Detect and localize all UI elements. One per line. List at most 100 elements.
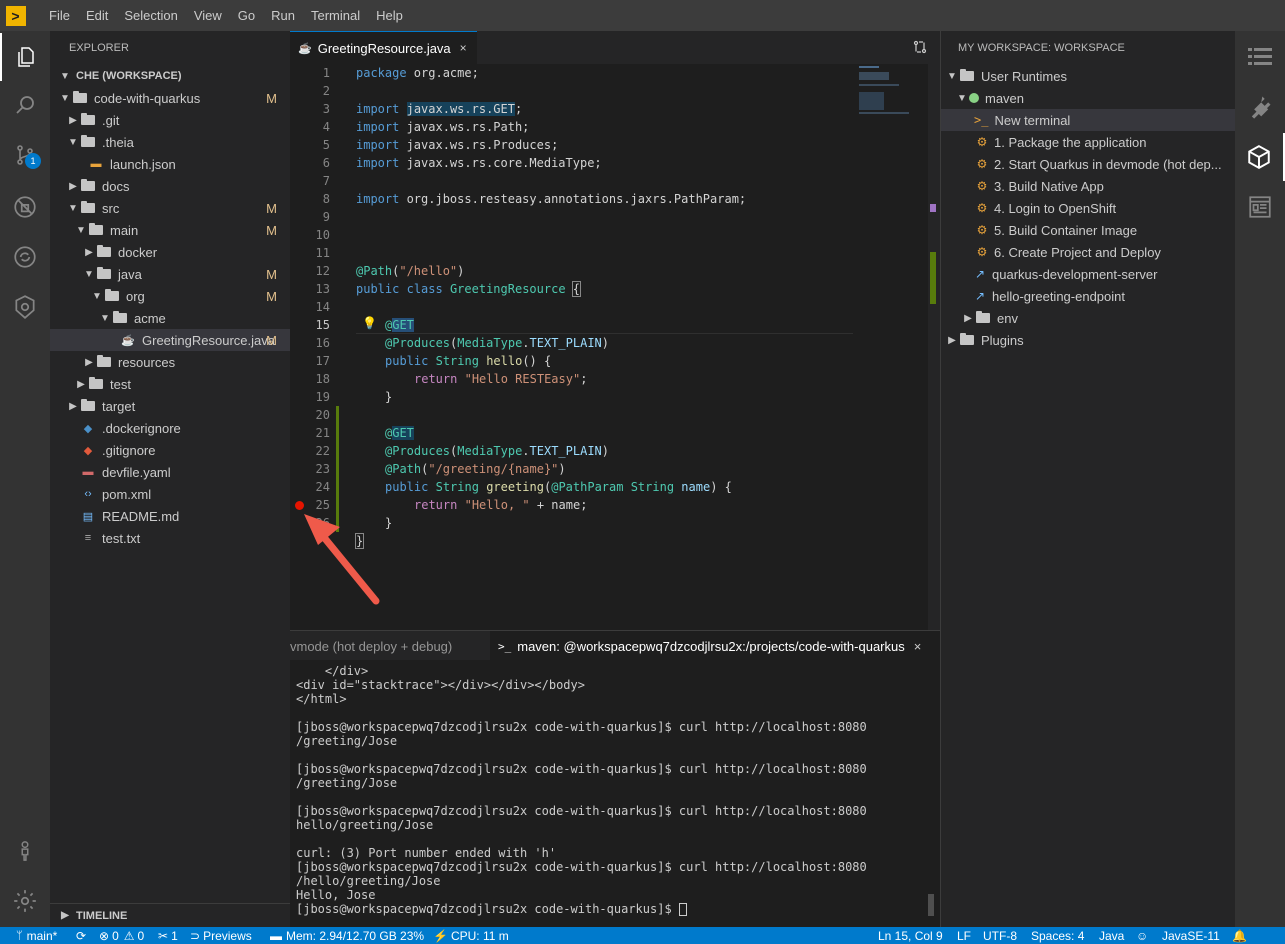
workspace-endpoint-item[interactable]: ↗ quarkus-development-server	[941, 263, 1235, 285]
previews-button[interactable]: ⊃ Previews	[190, 927, 252, 944]
tree-item[interactable]: ▬ devfile.yaml	[50, 461, 290, 483]
endpoint-label: quarkus-development-server	[992, 266, 1158, 282]
tab-close-icon[interactable]: ×	[460, 41, 467, 55]
encoding-indicator[interactable]: UTF-8	[983, 927, 1017, 944]
memory-label: Mem: 2.94/12.70 GB 23%	[286, 928, 425, 943]
settings-gear-icon[interactable]	[0, 877, 50, 925]
chevron-down-icon: ▼	[947, 70, 957, 82]
plug-icon[interactable]	[1235, 83, 1285, 131]
folder-icon	[975, 311, 991, 325]
editor-scrollbar[interactable]	[928, 64, 940, 630]
tree-item[interactable]: ◆ .dockerignore	[50, 417, 290, 439]
minimap[interactable]	[857, 64, 927, 630]
tree-item[interactable]: ▶ target	[50, 395, 290, 417]
command-gear-icon: ⚙	[976, 179, 988, 193]
menu-edit[interactable]: Edit	[80, 8, 114, 23]
env-label: env	[997, 310, 1018, 326]
sync-status-icon[interactable]: ⟳	[76, 927, 86, 944]
menu-selection[interactable]: Selection	[118, 8, 183, 23]
indentation-indicator[interactable]: Spaces: 4	[1031, 927, 1084, 944]
tree-item[interactable]: ▼ code-with-quarkus M	[50, 87, 290, 109]
tree-item[interactable]: ▼ org M	[50, 285, 290, 307]
timeline-section[interactable]: ▶ TIMELINE	[50, 903, 290, 927]
tree-item[interactable]: ◆ .gitignore	[50, 439, 290, 461]
tree-item-label: resources	[118, 354, 176, 370]
code-line-18: return "Hello RESTEasy";	[414, 372, 588, 386]
search-icon[interactable]	[0, 81, 50, 129]
workspace-section-header[interactable]: ▼ CHE (WORKSPACE)	[50, 65, 290, 87]
tools-indicator[interactable]: ✂ 1	[158, 927, 178, 944]
tree-item[interactable]: ▶ test	[50, 373, 290, 395]
warning-count: 0	[137, 928, 145, 943]
che-logo[interactable]: >	[0, 0, 31, 31]
terminal-line-text: curl: (3) Port number ended with 'h'	[296, 846, 557, 860]
terminal-line: /greeting/Jose	[296, 776, 397, 790]
menu-view[interactable]: View	[188, 8, 228, 23]
problems-indicator[interactable]: ⊗ 0 ⚠ 0	[99, 927, 144, 944]
menu-file[interactable]: File	[43, 8, 76, 23]
source-control-icon[interactable]: 1	[0, 131, 50, 179]
tree-item[interactable]: ▶ resources	[50, 351, 290, 373]
tree-item[interactable]: ▼ acme	[50, 307, 290, 329]
menu-run[interactable]: Run	[265, 8, 301, 23]
branch-indicator[interactable]: ᛘ main*	[16, 927, 57, 944]
menu-help[interactable]: Help	[370, 8, 409, 23]
explorer-files-icon[interactable]	[0, 33, 50, 81]
tree-item[interactable]: ▼ java M	[50, 263, 290, 285]
tree-item[interactable]: ▶ docs	[50, 175, 290, 197]
tree-item[interactable]: ‹› pom.xml	[50, 483, 290, 505]
workspace-command-item[interactable]: ⚙ 2. Start Quarkus in devmode (hot dep...	[941, 153, 1235, 175]
notifications-bell-icon[interactable]: 🔔	[1232, 927, 1247, 944]
cursor-position[interactable]: Ln 15, Col 9	[878, 927, 943, 944]
language-indicator[interactable]: Java	[1099, 927, 1124, 944]
tree-item[interactable]: ☕ GreetingResource.java M	[50, 329, 290, 351]
sync-icon[interactable]	[0, 233, 50, 281]
feedback-smiley-icon[interactable]: ☺	[1136, 927, 1148, 944]
tree-item[interactable]: ▼ src M	[50, 197, 290, 219]
workspace-command-item[interactable]: ⚙ 4. Login to OpenShift	[941, 197, 1235, 219]
tree-item[interactable]: ▶ .git	[50, 109, 290, 131]
folder-icon	[72, 91, 88, 105]
code-editor[interactable]: 1 2 3 4 5 6 7 8 9 10 11 12 13 14 15 16 17 18 19 20 21 22 23 24 2…	[290, 64, 940, 630]
tree-item[interactable]: ▶ docker	[50, 241, 290, 263]
debug-icon[interactable]	[0, 183, 50, 231]
jdk-indicator[interactable]: JavaSE-11	[1162, 927, 1220, 944]
terminal-tab-close-icon[interactable]: ×	[914, 639, 922, 654]
tree-item[interactable]: ▼ main M	[50, 219, 290, 241]
compare-icon[interactable]	[913, 40, 927, 57]
tree-item-label: launch.json	[110, 156, 176, 172]
preview-window-icon[interactable]	[1235, 183, 1285, 231]
terminal-tab-maven[interactable]: >_ maven: @workspacepwq7dzcodjlrsu2x:/pr…	[490, 631, 940, 661]
menu-go[interactable]: Go	[232, 8, 261, 23]
folder-icon	[80, 113, 96, 127]
workspace-command-item[interactable]: ⚙ 5. Build Container Image	[941, 219, 1235, 241]
new-terminal-item[interactable]: >_ New terminal	[941, 109, 1235, 131]
terminal-line: /hello/greeting/Jose	[296, 874, 441, 888]
terminal-line-text: [jboss@workspacepwq7dzcodjlrsu2x code-wi…	[296, 804, 867, 818]
account-icon[interactable]	[0, 827, 50, 875]
tree-item[interactable]: ≡ test.txt	[50, 527, 290, 549]
workspace-command-item[interactable]: ⚙ 1. Package the application	[941, 131, 1235, 153]
workspace-cube-icon[interactable]	[1235, 133, 1285, 181]
workspace-endpoint-item[interactable]: ↗ hello-greeting-endpoint	[941, 285, 1235, 307]
tree-item[interactable]: ▤ README.md	[50, 505, 290, 527]
plugins-row[interactable]: ▶ Plugins	[941, 329, 1235, 351]
docker-file-icon: ◆	[83, 422, 93, 435]
terminal-scrollbar[interactable]	[928, 894, 934, 916]
tree-item[interactable]: ▼ .theia	[50, 131, 290, 153]
tab-greeting-resource[interactable]: ☕ GreetingResource.java ×	[290, 31, 477, 64]
kubernetes-icon[interactable]	[0, 283, 50, 331]
terminal-tab-devmode[interactable]: vmode (hot deploy + debug)	[290, 631, 490, 661]
outline-list-icon[interactable]	[1235, 33, 1285, 81]
workspace-command-item[interactable]: ⚙ 6. Create Project and Deploy	[941, 241, 1235, 263]
menu-terminal[interactable]: Terminal	[305, 8, 366, 23]
terminal-output[interactable]: </div> <div id="stacktrace"></div></div><…	[290, 660, 940, 927]
workspace-command-item[interactable]: ⚙ 3. Build Native App	[941, 175, 1235, 197]
eol-indicator[interactable]: LF	[957, 927, 971, 944]
chevron-down-icon: ▼	[76, 224, 86, 236]
chevron-down-icon: ▼	[60, 92, 70, 104]
maven-runtime-row[interactable]: ▼ maven	[941, 87, 1235, 109]
user-runtimes-row[interactable]: ▼ User Runtimes	[941, 65, 1235, 87]
env-row[interactable]: ▶ env	[941, 307, 1235, 329]
tree-item[interactable]: ▬ launch.json	[50, 153, 290, 175]
